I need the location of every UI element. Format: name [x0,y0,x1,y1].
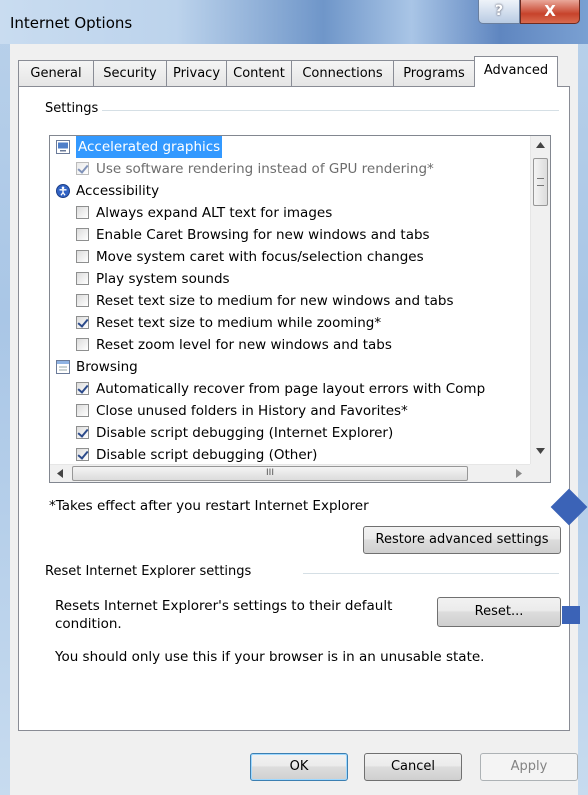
setting-label: Reset text size to medium while zooming* [96,315,382,331]
setting-label: Enable Caret Browsing for new windows an… [96,227,430,243]
settings-list[interactable]: Accelerated graphics Use software render… [49,135,551,483]
setting-label: Use software rendering instead of GPU re… [96,161,434,177]
checkbox[interactable] [76,426,89,439]
restore-advanced-settings-button[interactable]: Restore advanced settings [363,526,561,554]
setting-label: Close unused folders in History and Favo… [96,403,408,419]
tab-privacy[interactable]: Privacy [166,60,227,86]
checkbox[interactable] [76,250,89,263]
vertical-scrollbar[interactable] [530,136,550,464]
reset-group-label: Reset Internet Explorer settings [43,564,256,579]
reset-warning: You should only use this if your browser… [55,649,485,665]
checkbox[interactable] [76,448,89,461]
tab-programs[interactable]: Programs [393,60,475,86]
setting-label: Move system caret with focus/selection c… [96,249,424,265]
tab-general[interactable]: General [18,60,94,86]
browsing-icon [56,360,70,374]
setting-label: Always expand ALT text for images [96,205,333,221]
reset-group-divider [303,573,559,574]
tab-security[interactable]: Security [93,60,167,86]
setting-label: Disable script debugging (Other) [96,447,318,463]
settings-list-rows: Accelerated graphics Use software render… [50,136,530,464]
category-label: Accelerated graphics [76,136,223,158]
setting-label: Reset zoom level for new windows and tab… [96,337,392,353]
checkbox[interactable] [76,162,89,175]
internet-options-window: Internet Options ? X General Security Pr… [0,0,588,795]
scroll-corner [530,464,550,482]
setting-label: Disable script debugging (Internet Explo… [96,425,394,441]
tab-advanced[interactable]: Advanced [474,56,558,87]
monitor-icon [56,140,70,154]
reset-description: Resets Internet Explorer's settings to t… [55,598,393,632]
apply-button[interactable]: Apply [480,753,578,781]
setting-label: Automatically recover from page layout e… [96,381,486,397]
setting-label: Play system sounds [96,271,230,287]
scroll-down-icon[interactable] [536,448,545,454]
title-bar[interactable]: Internet Options ? X [0,0,588,44]
cancel-button[interactable]: Cancel [364,753,462,781]
help-button[interactable]: ? [478,0,520,24]
tab-content[interactable]: Content [226,60,292,86]
horizontal-scrollbar[interactable]: III [50,464,530,482]
category-label: Browsing [76,359,138,375]
scroll-right-icon[interactable] [516,469,522,478]
advanced-tab-panel: Settings Accelerated graphics Use softwa… [18,86,570,731]
checkbox[interactable] [76,382,89,395]
scroll-left-icon[interactable] [57,469,63,478]
square-marker [562,606,580,624]
setting-label: Reset text size to medium for new window… [96,293,454,309]
category-label: Accessibility [76,183,160,199]
checkbox[interactable] [76,338,89,351]
checkbox[interactable] [76,316,89,329]
checkbox[interactable] [76,272,89,285]
reset-button[interactable]: Reset... [437,597,561,627]
checkbox[interactable] [76,228,89,241]
scroll-up-icon[interactable] [536,142,545,148]
checkbox[interactable] [76,206,89,219]
dialog-body: General Security Privacy Content Connect… [10,44,578,795]
accessibility-icon [56,184,70,198]
window-title: Internet Options [10,14,133,32]
close-button[interactable]: X [520,0,580,24]
settings-group-divider [99,110,559,111]
ok-button[interactable]: OK [250,753,348,781]
settings-group-label: Settings [43,101,103,116]
restart-note: *Takes effect after you restart Internet… [49,498,369,514]
checkbox[interactable] [76,404,89,417]
horizontal-scroll-thumb[interactable]: III [72,466,468,481]
tab-connections[interactable]: Connections [291,60,394,86]
checkbox[interactable] [76,294,89,307]
vertical-scroll-thumb[interactable] [533,158,548,206]
